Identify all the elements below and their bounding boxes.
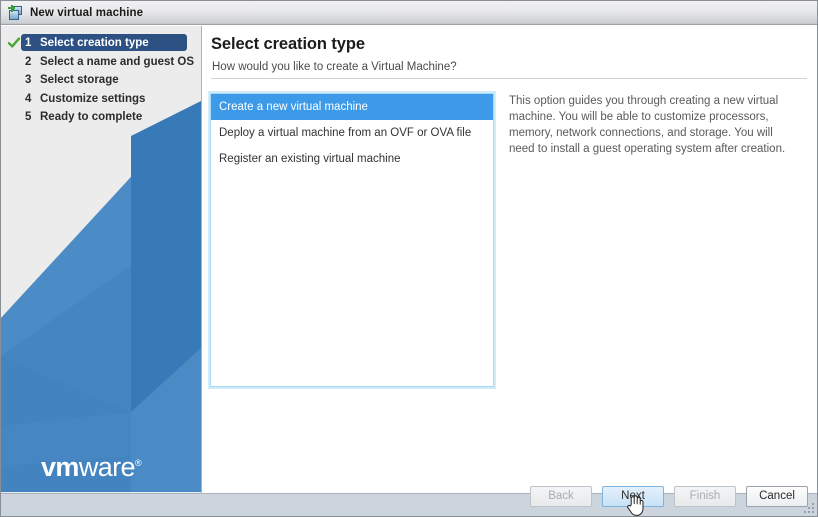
wizard-body: 1 Select creation type 2 Select a name a… — [1, 26, 817, 493]
wizard-footer: Back Next Finish Cancel — [1, 493, 817, 516]
sidebar-step-1[interactable]: 1 Select creation type — [1, 34, 201, 53]
new-virtual-machine-dialog: New virtual machine — [0, 0, 818, 517]
next-button[interactable]: Next — [602, 486, 664, 507]
new-vm-icon — [8, 5, 24, 21]
wizard-content: Select creation type How would you like … — [203, 26, 817, 493]
list-item-deploy-ovf-ova[interactable]: Deploy a virtual machine from an OVF or … — [211, 120, 493, 146]
vmware-logo-bold: vm — [41, 452, 79, 482]
creation-type-listbox[interactable]: Create a new virtual machine Deploy a vi… — [210, 93, 494, 387]
step-label: Select creation type — [40, 37, 149, 49]
window-title: New virtual machine — [30, 7, 143, 19]
header-divider — [211, 78, 807, 79]
step-number: 4 — [25, 93, 35, 105]
resize-grip[interactable] — [803, 502, 814, 513]
cancel-button[interactable]: Cancel — [746, 486, 808, 507]
step-number: 5 — [25, 111, 35, 123]
step-label: Ready to complete — [40, 111, 142, 123]
step-label: Select storage — [40, 74, 119, 86]
creation-type-listbox-wrapper: Create a new virtual machine Deploy a vi… — [210, 93, 494, 387]
sidebar-step-4[interactable]: 4 Customize settings — [1, 90, 201, 109]
page-title: Select creation type — [211, 35, 365, 54]
finish-button[interactable]: Finish — [674, 486, 736, 507]
page-subtitle: How would you like to create a Virtual M… — [212, 61, 457, 73]
vmware-logo: vmware® — [41, 454, 141, 481]
wizard-step-list: 1 Select creation type 2 Select a name a… — [1, 26, 201, 127]
sidebar-step-5[interactable]: 5 Ready to complete — [1, 108, 201, 127]
vmware-logo-registered: ® — [135, 458, 141, 468]
step-label: Select a name and guest OS — [40, 56, 194, 68]
option-description: This option guides you through creating … — [509, 93, 801, 157]
sidebar-step-3[interactable]: 3 Select storage — [1, 71, 201, 90]
checkmark-icon — [7, 36, 21, 50]
step-number: 2 — [25, 56, 35, 68]
step-number: 1 — [25, 37, 35, 49]
step-number: 3 — [25, 74, 35, 86]
wizard-sidebar: 1 Select creation type 2 Select a name a… — [1, 26, 202, 493]
sidebar-step-2[interactable]: 2 Select a name and guest OS — [1, 53, 201, 72]
vmware-logo-light: ware — [79, 452, 135, 482]
back-button[interactable]: Back — [530, 486, 592, 507]
window-titlebar[interactable]: New virtual machine — [1, 1, 817, 25]
footer-button-row: Back Next Finish Cancel — [530, 486, 808, 507]
step-label: Customize settings — [40, 93, 145, 105]
list-item-register-existing-vm[interactable]: Register an existing virtual machine — [211, 146, 493, 172]
list-item-create-new-vm[interactable]: Create a new virtual machine — [211, 94, 493, 120]
